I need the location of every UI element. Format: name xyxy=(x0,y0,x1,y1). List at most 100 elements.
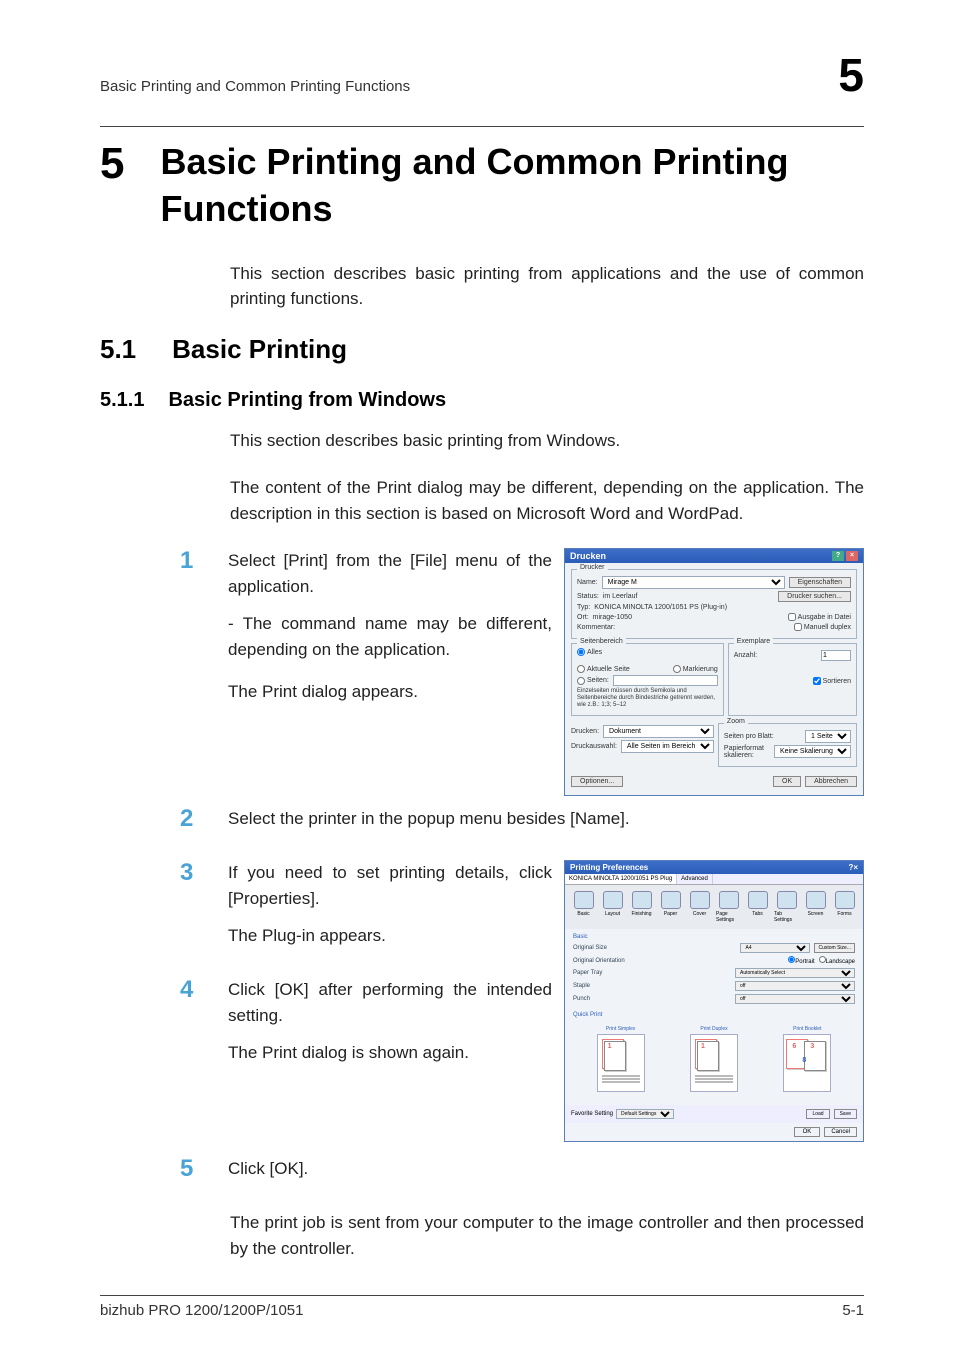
section-2-number: 5.1.1 xyxy=(100,389,144,412)
range-selection-radio[interactable]: Markierung xyxy=(673,665,718,673)
size-select[interactable]: A4 xyxy=(740,943,810,953)
footer-right: 5-1 xyxy=(842,1302,864,1319)
close-icon[interactable]: × xyxy=(846,551,858,561)
portrait-radio[interactable]: Portrait xyxy=(788,956,814,965)
footer-left: bizhub PRO 1200/1200P/1051 xyxy=(100,1302,304,1319)
preview-duplex[interactable]: Print Duplex1 xyxy=(690,1026,738,1092)
plugin-tab-main[interactable]: KONICA MINOLTA 1200/1051 PS Plug xyxy=(565,874,677,884)
plugin-toolbar: Basic Layout Finishing Paper Cover Page … xyxy=(565,885,863,929)
chapter-number: 5 xyxy=(100,139,124,189)
plugin-title: Printing Preferences xyxy=(570,863,648,872)
running-header: Basic Printing and Common Printing Funct… xyxy=(100,78,410,95)
copies-input[interactable] xyxy=(821,650,851,661)
section-1-number: 5.1 xyxy=(100,334,136,365)
step-3-text-a: If you need to set printing details, cli… xyxy=(228,860,552,913)
manual-duplex-checkbox[interactable]: Manuell duplex xyxy=(794,623,851,631)
print-to-file-checkbox[interactable]: Ausgabe in Datei xyxy=(788,613,851,621)
printer-name-select[interactable]: Mirage M xyxy=(602,576,785,589)
step-4-text-b: The Print dialog is shown again. xyxy=(228,1040,552,1066)
step-1-number: 1 xyxy=(180,548,208,574)
range-legend: Seitenbereich xyxy=(577,638,626,645)
scale-label: Papierformat skalieren: xyxy=(724,745,770,759)
find-printer-button[interactable]: Drucker suchen... xyxy=(778,591,851,602)
options-button[interactable]: Optionen... xyxy=(571,776,623,787)
ppp-label: Seiten pro Blatt: xyxy=(724,733,774,740)
step-4-number: 4 xyxy=(180,977,208,1003)
comment-label: Kommentar: xyxy=(577,624,615,631)
section-1-title: Basic Printing xyxy=(172,334,347,365)
basic-section-label: Basic xyxy=(573,934,855,940)
toolbar-icon-layout[interactable]: Layout xyxy=(600,891,625,923)
range-pages-radio[interactable]: Seiten: xyxy=(577,677,609,685)
outro-paragraph: The print job is sent from your computer… xyxy=(230,1210,864,1261)
favorite-select[interactable]: Default Settings xyxy=(616,1109,674,1119)
staple-label: Staple xyxy=(573,983,590,989)
help-icon[interactable]: ? xyxy=(832,551,844,561)
preview-simplex[interactable]: Print Simplex1 xyxy=(597,1026,645,1092)
step-1-text-c: The Print dialog appears. xyxy=(228,679,552,705)
toolbar-icon-screen[interactable]: Screen xyxy=(803,891,828,923)
properties-button[interactable]: Eigenschaften xyxy=(789,577,851,588)
cancel-button[interactable]: Abbrechen xyxy=(805,776,857,787)
punch-label: Punch xyxy=(573,996,590,1002)
ppp-select[interactable]: 1 Seite xyxy=(805,730,851,743)
toolbar-icon-forms[interactable]: Forms xyxy=(832,891,857,923)
step-5-text: Click [OK]. xyxy=(228,1156,864,1182)
plugin-cancel-button[interactable]: Cancel xyxy=(824,1127,857,1137)
printsel-select[interactable]: Alle Seiten im Bereich xyxy=(621,740,714,753)
print-dialog-title: Drucken xyxy=(570,551,606,561)
load-button[interactable]: Load xyxy=(806,1109,829,1119)
collate-checkbox[interactable]: Sortieren xyxy=(813,677,851,685)
range-hint: Einzelseiten müssen durch Semikola und S… xyxy=(577,688,718,710)
printsel-label: Druckauswahl: xyxy=(571,743,617,750)
plugin-ok-button[interactable]: OK xyxy=(794,1127,821,1137)
size-label: Original Size xyxy=(573,945,607,951)
landscape-radio[interactable]: Landscape xyxy=(819,956,855,965)
status-label: Status: xyxy=(577,593,599,600)
toolbar-icon-basic[interactable]: Basic xyxy=(571,891,596,923)
range-current-radio[interactable]: Aktuelle Seite xyxy=(577,665,630,673)
toolbar-icon-finishing[interactable]: Finishing xyxy=(629,891,654,923)
printwhat-select[interactable]: Dokument xyxy=(603,725,714,738)
plugin-dialog: Printing Preferences ?× KONICA MINOLTA 1… xyxy=(564,860,864,1142)
toolbar-icon-pagesettings[interactable]: Page Settings xyxy=(716,891,741,923)
step-5-number: 5 xyxy=(180,1156,208,1182)
step-3-text-b: The Plug-in appears. xyxy=(228,923,552,949)
tray-select[interactable]: Automatically Select xyxy=(735,968,855,978)
step-1-text-b: - The command name may be different, dep… xyxy=(228,611,552,664)
preview-booklet[interactable]: Print Booklet638 xyxy=(783,1026,831,1092)
pages-input[interactable] xyxy=(613,675,718,686)
step-2-text: Select the printer in the popup menu bes… xyxy=(228,806,864,832)
tray-label: Paper Tray xyxy=(573,970,602,976)
punch-select[interactable]: off xyxy=(735,994,855,1004)
copies-legend: Exemplare xyxy=(734,638,773,645)
orientation-label: Original Orientation xyxy=(573,958,625,964)
type-label: Typ: xyxy=(577,604,590,611)
zoom-legend: Zoom xyxy=(724,718,748,725)
step-1-text-a: Select [Print] from the [File] menu of t… xyxy=(228,548,552,601)
close-icon[interactable]: × xyxy=(853,863,858,872)
save-button[interactable]: Save xyxy=(834,1109,857,1119)
step-4-text-a: Click [OK] after performing the intended… xyxy=(228,977,552,1030)
ok-button[interactable]: OK xyxy=(773,776,801,787)
toolbar-icon-paper[interactable]: Paper xyxy=(658,891,683,923)
step-3-number: 3 xyxy=(180,860,208,886)
toolbar-icon-tabsettings[interactable]: Tab Settings xyxy=(774,891,799,923)
custom-size-button[interactable]: Custom Size... xyxy=(814,943,855,953)
plugin-tab-advanced[interactable]: Advanced xyxy=(677,874,713,884)
scale-select[interactable]: Keine Skalierung xyxy=(774,745,851,758)
chapter-number-top: 5 xyxy=(838,48,864,102)
printer-legend: Drucker xyxy=(577,564,608,571)
where-label: Ort: xyxy=(577,614,589,621)
toolbar-icon-cover[interactable]: Cover xyxy=(687,891,712,923)
type-value: KONICA MINOLTA 1200/1051 PS (Plug-in) xyxy=(594,604,851,611)
where-value: mirage-1050 xyxy=(593,614,784,621)
header-divider xyxy=(100,126,864,127)
favorite-label: Favorite Setting xyxy=(571,1111,613,1117)
printwhat-label: Drucken: xyxy=(571,728,599,735)
staple-select[interactable]: off xyxy=(735,981,855,991)
range-all-radio[interactable]: Alles xyxy=(577,648,718,656)
copies-label: Anzahl: xyxy=(734,652,757,659)
toolbar-icon-tabs[interactable]: Tabs xyxy=(745,891,770,923)
intro-paragraph: This section describes basic printing fr… xyxy=(230,261,864,312)
